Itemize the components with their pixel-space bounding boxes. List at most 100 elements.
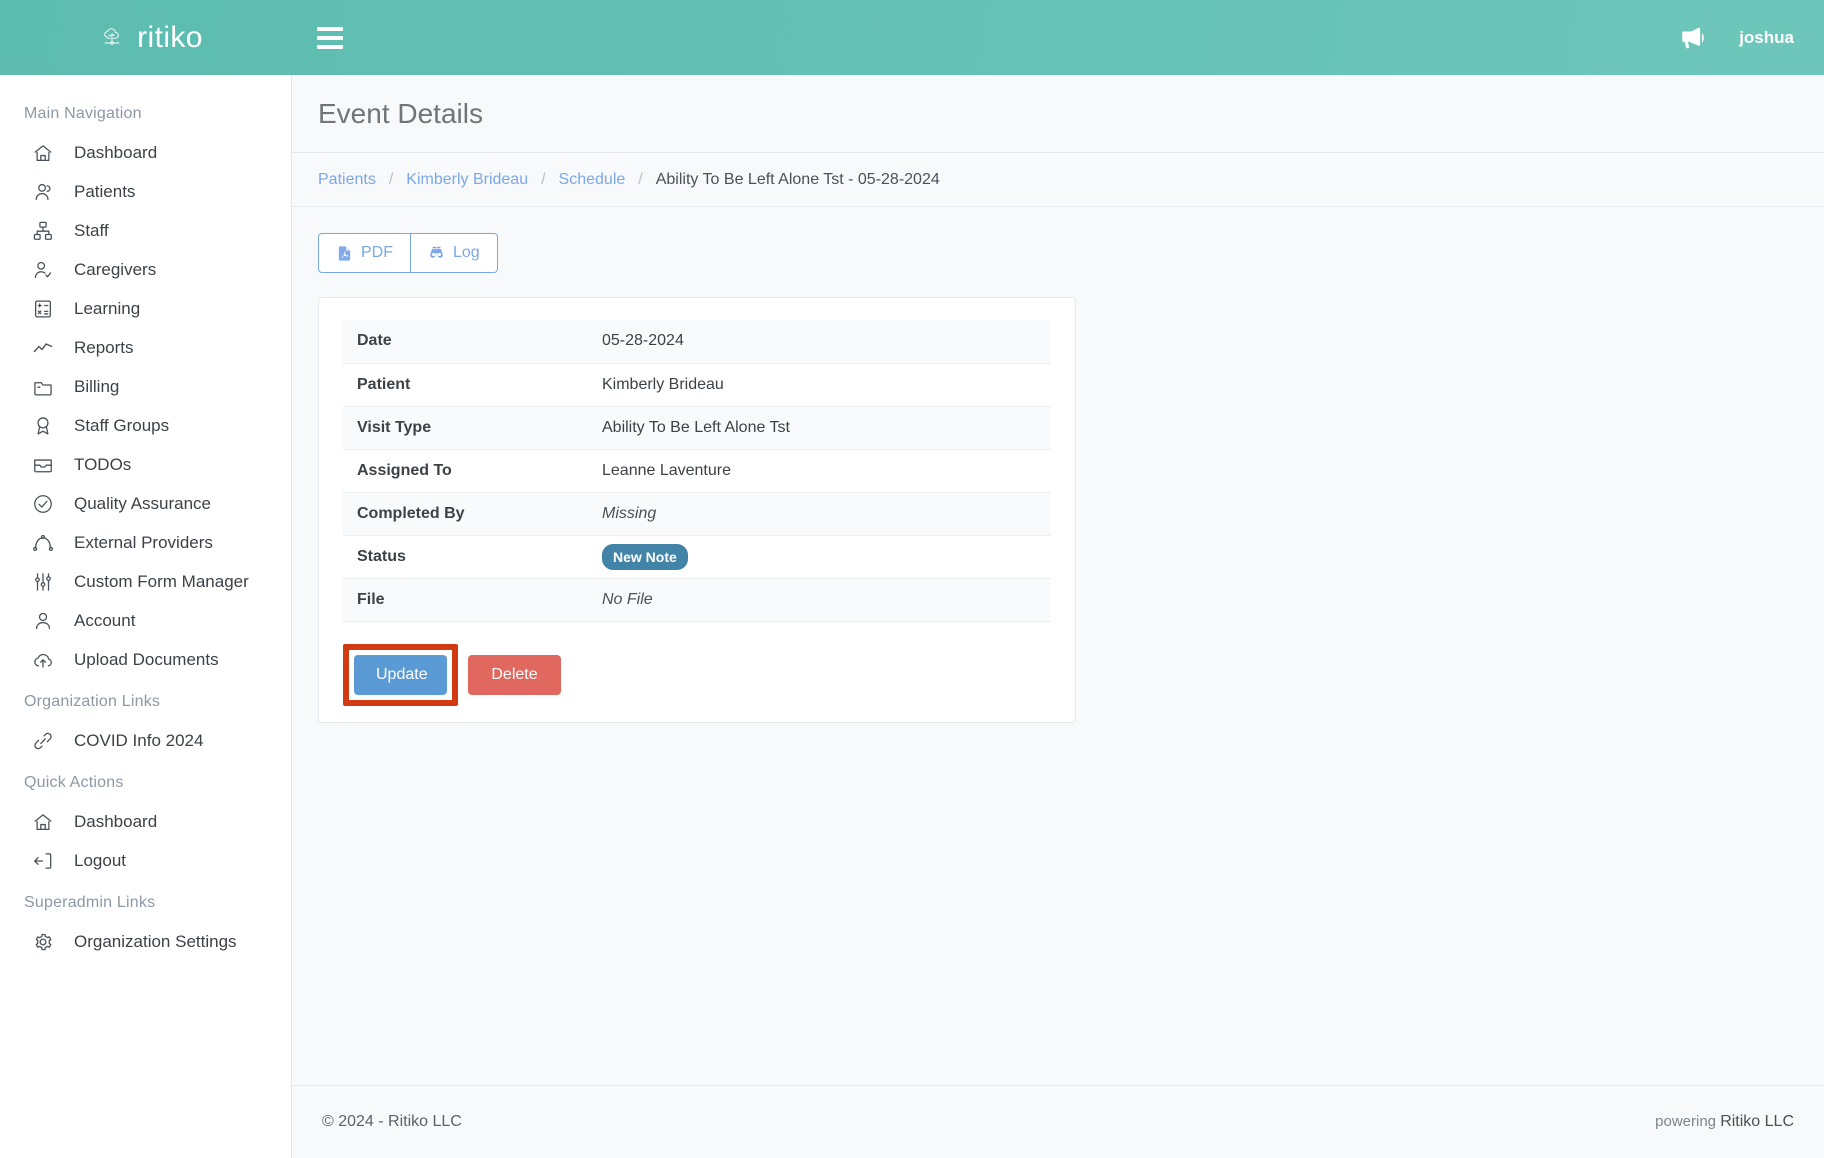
log-button[interactable]: Log — [411, 233, 498, 273]
sidebar-item-label: Patients — [74, 182, 135, 202]
table-row: Date 05-28-2024 — [343, 320, 1051, 363]
calculator-icon — [30, 296, 56, 322]
chart-line-icon — [30, 335, 56, 361]
footer-powering-name: Ritiko LLC — [1720, 1113, 1794, 1130]
sidebar-item-custom-form-manager[interactable]: Custom Form Manager — [0, 562, 291, 601]
sidebar-heading-superadmin-links: Superadmin Links — [0, 880, 291, 922]
hamburger-line — [317, 27, 343, 31]
table-row: Completed By Missing — [343, 492, 1051, 535]
sidebar-item-external-providers[interactable]: External Providers — [0, 523, 291, 562]
network-nodes-icon — [30, 530, 56, 556]
sidebar-item-label: Logout — [74, 851, 126, 871]
sidebar-item-learning[interactable]: Learning — [0, 289, 291, 328]
sidebar-item-quick-dashboard[interactable]: Dashboard — [0, 802, 291, 841]
sidebar-item-account[interactable]: Account — [0, 601, 291, 640]
detail-key: File — [343, 578, 588, 621]
page-header: Event Details — [292, 75, 1824, 153]
detail-key: Assigned To — [343, 449, 588, 492]
sidebar-heading-main-navigation: Main Navigation — [0, 91, 291, 133]
footer-powering-prefix: powering — [1655, 1113, 1720, 1130]
sidebar-item-dashboard[interactable]: Dashboard — [0, 133, 291, 172]
sidebar-item-label: Staff — [74, 221, 109, 241]
status-badge: New Note — [602, 544, 688, 570]
sidebar-item-label: Upload Documents — [74, 650, 219, 670]
hamburger-icon[interactable] — [317, 27, 343, 49]
missing-value-text: Missing — [602, 505, 656, 522]
award-icon — [30, 413, 56, 439]
sidebar-item-upload-documents[interactable]: Upload Documents — [0, 640, 291, 679]
page-title: Event Details — [318, 98, 483, 130]
footer-powering: powering Ritiko LLC — [1655, 1113, 1794, 1131]
sidebar-item-logout[interactable]: Logout — [0, 841, 291, 880]
cloud-upload-icon — [30, 647, 56, 673]
check-circle-icon — [30, 491, 56, 517]
detail-key: Visit Type — [343, 406, 588, 449]
megaphone-icon[interactable] — [1679, 25, 1705, 51]
table-row: File No File — [343, 578, 1051, 621]
link-icon — [30, 728, 56, 754]
breadcrumb-item-kimberly-brideau[interactable]: Kimberly Brideau — [406, 171, 528, 189]
detail-value-visit-type: Ability To Be Left Alone Tst — [588, 406, 1051, 449]
user-icon — [30, 179, 56, 205]
table-row: Patient Kimberly Brideau — [343, 363, 1051, 406]
sidebar-item-label: Dashboard — [74, 812, 157, 832]
detail-key: Status — [343, 535, 588, 578]
footer: © 2024 - Ritiko LLC powering Ritiko LLC — [292, 1085, 1824, 1158]
sidebar-item-staff-groups[interactable]: Staff Groups — [0, 406, 291, 445]
pdf-button-label: PDF — [361, 244, 393, 262]
sidebar-item-label: Caregivers — [74, 260, 156, 280]
detail-value-patient: Kimberly Brideau — [588, 363, 1051, 406]
binoculars-icon — [428, 245, 445, 262]
user-menu[interactable]: joshua — [1739, 28, 1794, 48]
sidebar-item-quality-assurance[interactable]: Quality Assurance — [0, 484, 291, 523]
breadcrumb-item-schedule[interactable]: Schedule — [559, 171, 626, 189]
user-check-icon — [30, 257, 56, 283]
sidebar-item-organization-settings[interactable]: Organization Settings — [0, 922, 291, 961]
sidebar-item-label: Learning — [74, 299, 140, 319]
sidebar-item-label: External Providers — [74, 533, 213, 553]
delete-button[interactable]: Delete — [468, 655, 561, 695]
sidebar-item-patients[interactable]: Patients — [0, 172, 291, 211]
sidebar-item-label: Organization Settings — [74, 932, 237, 952]
detail-key: Patient — [343, 363, 588, 406]
sidebar-item-label: Billing — [74, 377, 119, 397]
table-row: Status New Note — [343, 535, 1051, 578]
sidebar-item-staff[interactable]: Staff — [0, 211, 291, 250]
update-button-highlight: Update — [343, 644, 458, 706]
breadcrumb: Patients / Kimberly Brideau / Schedule /… — [292, 153, 1824, 207]
detail-value-date: 05-28-2024 — [588, 320, 1051, 363]
sidebar-item-label: Staff Groups — [74, 416, 169, 436]
home-icon — [30, 809, 56, 835]
action-buttons-row: Update Delete — [343, 644, 1051, 696]
header-right-group: joshua — [1679, 25, 1824, 51]
sidebar-item-label: Quality Assurance — [74, 494, 211, 514]
brand-logo-area[interactable]: ritiko — [0, 0, 292, 75]
footer-copyright: © 2024 - Ritiko LLC — [322, 1113, 462, 1131]
breadcrumb-separator: / — [376, 171, 406, 189]
sidebar-item-billing[interactable]: Billing — [0, 367, 291, 406]
content-area: PDF Log Date 05-28- — [292, 207, 1824, 723]
table-row: Assigned To Leanne Laventure — [343, 449, 1051, 492]
detail-value-status: New Note — [588, 535, 1051, 578]
sitemap-icon — [30, 218, 56, 244]
breadcrumb-item-patients[interactable]: Patients — [318, 171, 376, 189]
sidebar-item-label: Account — [74, 611, 135, 631]
sidebar-item-label: Dashboard — [74, 143, 157, 163]
no-file-text: No File — [602, 591, 653, 608]
sidebar-heading-quick-actions: Quick Actions — [0, 760, 291, 802]
pdf-button[interactable]: PDF — [318, 233, 411, 273]
sign-out-icon — [30, 848, 56, 874]
sidebar-item-reports[interactable]: Reports — [0, 328, 291, 367]
update-button[interactable]: Update — [354, 655, 447, 695]
sliders-icon — [30, 569, 56, 595]
home-icon — [30, 140, 56, 166]
brand-name: ritiko — [137, 23, 203, 53]
sidebar-item-covid-info-2024[interactable]: COVID Info 2024 — [0, 721, 291, 760]
detail-value-assigned-to: Leanne Laventure — [588, 449, 1051, 492]
event-details-table: Date 05-28-2024 Patient Kimberly Brideau… — [343, 320, 1051, 622]
hamburger-line — [317, 45, 343, 49]
sidebar-item-todos[interactable]: TODOs — [0, 445, 291, 484]
sidebar-item-caregivers[interactable]: Caregivers — [0, 250, 291, 289]
sidebar-heading-organization-links: Organization Links — [0, 679, 291, 721]
file-pdf-icon — [336, 245, 353, 262]
